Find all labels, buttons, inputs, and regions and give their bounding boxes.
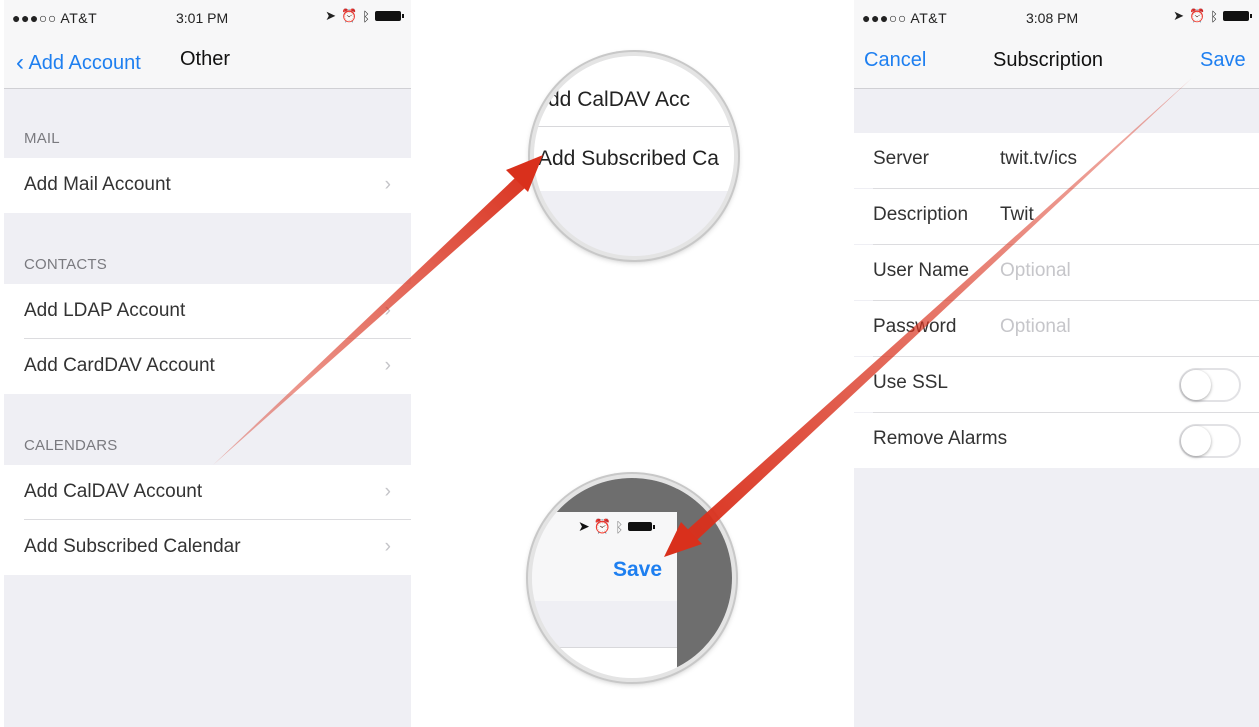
status-icons: ➤ ⏰ ᛒ (325, 8, 404, 24)
zoom-row-caldav: dd CalDAV Acc (534, 56, 734, 126)
chevron-right-icon: › (384, 481, 391, 502)
toggle-label: Remove Alarms (873, 428, 1008, 449)
save-button[interactable]: Save (1200, 49, 1246, 72)
chevron-right-icon: › (384, 300, 391, 321)
alarm-icon: ⏰ (341, 8, 358, 23)
remove-alarms-row: Remove Alarms (854, 413, 1259, 468)
remove-alarms-toggle[interactable] (1179, 424, 1241, 458)
navigation-bar: ‹ Add Account Other (4, 34, 411, 89)
toggle-knob (1181, 370, 1211, 400)
description-field[interactable]: Description Twit (854, 189, 1259, 244)
zoom-status-icons: ➤ ⏰ ᛒ (578, 518, 655, 535)
bluetooth-icon: ᛒ (615, 518, 624, 535)
field-label: User Name (873, 260, 970, 281)
cancel-button[interactable]: Cancel (864, 49, 926, 72)
bluetooth-icon: ᛒ (1210, 8, 1218, 24)
battery-icon (375, 11, 404, 21)
row-add-carddav-account[interactable]: Add CardDAV Account › (4, 339, 411, 394)
field-label: Description (873, 204, 969, 225)
chevron-right-icon: › (384, 536, 391, 557)
use-ssl-row: Use SSL (854, 357, 1259, 412)
carrier-label: ●●●○○ AT&T (862, 10, 948, 26)
field-value: Twit (1000, 204, 1034, 225)
chevron-right-icon: › (384, 355, 391, 376)
alarm-icon: ⏰ (593, 518, 612, 534)
row-label: Add Subscribed Calendar (24, 536, 241, 557)
clock-label: 3:01 PM (176, 10, 229, 26)
status-icons: ➤ ⏰ ᛒ (1173, 8, 1252, 24)
location-arrow-icon: ➤ (578, 518, 590, 534)
chevron-left-icon: ‹ (16, 49, 24, 76)
bluetooth-icon: ᛒ (362, 8, 370, 24)
field-label: Server (873, 148, 929, 169)
status-bar: ●●●○○ AT&T 3:08 PM ➤ ⏰ ᛒ (854, 0, 1259, 34)
carrier-label: ●●●○○ AT&T (12, 10, 98, 26)
row-label: Add LDAP Account (24, 300, 186, 321)
section-header-calendars: CALENDARS (24, 437, 118, 454)
navigation-bar: Cancel Subscription Save (854, 34, 1259, 89)
zoom-row-label: Add Subscribed Ca (538, 147, 719, 170)
toggle-knob (1181, 426, 1211, 456)
field-value: twit.tv/ics (1000, 148, 1078, 169)
zoom-dark-top (532, 478, 732, 512)
alarm-icon: ⏰ (1189, 8, 1206, 23)
page-title: Other (180, 48, 231, 70)
page-title: Subscription (993, 49, 1104, 71)
row-label: Add Mail Account (24, 174, 171, 195)
use-ssl-toggle[interactable] (1179, 368, 1241, 402)
zoom-save-button: Save (613, 558, 663, 581)
status-bar: ●●●○○ AT&T 3:01 PM ➤ ⏰ ᛒ (4, 0, 411, 34)
row-add-mail-account[interactable]: Add Mail Account › (4, 158, 411, 213)
row-label: Add CalDAV Account (24, 481, 203, 502)
location-arrow-icon: ➤ (325, 8, 336, 23)
zoom-row-label: dd CalDAV Acc (548, 88, 691, 111)
user-name-field[interactable]: User Name Optional (854, 245, 1259, 300)
toggle-label: Use SSL (873, 372, 948, 393)
left-screen-other-accounts: ●●●○○ AT&T 3:01 PM ➤ ⏰ ᛒ ‹ Add Account O… (4, 0, 411, 727)
zoom-row-subscribed-calendar: Add Subscribed Ca (534, 127, 734, 191)
section-header-contacts: CONTACTS (24, 256, 107, 273)
battery-icon (627, 522, 655, 531)
right-screen-subscription: ●●●○○ AT&T 3:08 PM ➤ ⏰ ᛒ Cancel Subscrip… (854, 0, 1259, 727)
back-button-label: Add Account (28, 52, 141, 74)
zoom-callout-save-button: ➤ ⏰ ᛒ Save (528, 474, 736, 682)
chevron-right-icon: › (384, 174, 391, 195)
zoom-callout-add-subscribed-calendar: dd CalDAV Acc Add Subscribed Ca (530, 52, 738, 260)
location-arrow-icon: ➤ (1173, 8, 1184, 23)
row-label: Add CardDAV Account (24, 355, 215, 376)
server-field[interactable]: Server twit.tv/ics (854, 133, 1259, 188)
field-placeholder: Optional (1000, 260, 1071, 281)
row-add-subscribed-calendar[interactable]: Add Subscribed Calendar › (4, 520, 411, 575)
row-add-caldav-account[interactable]: Add CalDAV Account › (4, 465, 411, 520)
clock-label: 3:08 PM (1026, 10, 1079, 26)
field-placeholder: Optional (1000, 316, 1071, 337)
field-label: Password (873, 316, 957, 337)
password-field[interactable]: Password Optional (854, 301, 1259, 356)
back-button[interactable]: ‹ Add Account (16, 48, 141, 76)
battery-icon (1223, 11, 1252, 21)
row-add-ldap-account[interactable]: Add LDAP Account › (4, 284, 411, 339)
section-header-mail: MAIL (24, 130, 60, 147)
